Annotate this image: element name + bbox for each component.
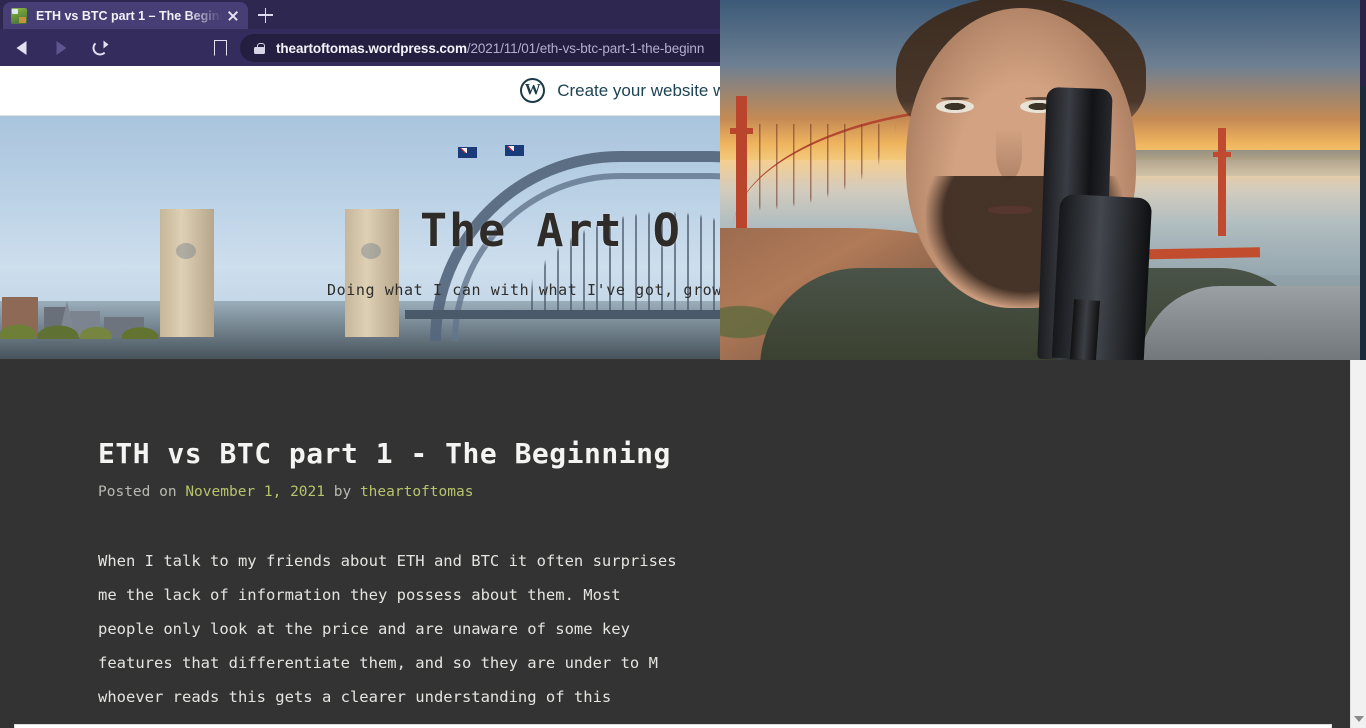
microphone-stand — [1069, 299, 1101, 360]
person-eye-left — [936, 100, 974, 113]
url-path: /2021/11/01/eth-vs-btc-part-1-the-beginn — [466, 40, 705, 56]
forward-icon — [56, 40, 67, 55]
flag-icon — [458, 147, 477, 158]
back-icon — [16, 40, 27, 55]
url-domain: theartoftomas.wordpress.com — [276, 40, 467, 56]
post-line: people only look at the price and are un… — [98, 620, 630, 638]
post-article: ETH vs BTC part 1 - The Beginning Posted… — [0, 359, 1366, 714]
lock-icon — [254, 42, 265, 54]
tab-title: ETH vs BTC part 1 – The Beginnin — [36, 8, 224, 23]
wordpress-logo-icon — [520, 78, 546, 103]
cookie-consent-banner: Privacy & Cookies: This site uses cookie… — [14, 724, 1332, 728]
post-title: ETH vs BTC part 1 - The Beginning — [98, 437, 671, 470]
browser-tab[interactable]: ETH vs BTC part 1 – The Beginnin — [3, 2, 248, 29]
post-line: me the lack of information they possess … — [98, 586, 621, 604]
favicon-icon — [11, 7, 27, 24]
bridge-pylon — [160, 209, 214, 337]
scroll-down-arrow-icon[interactable] — [1354, 716, 1364, 722]
url-text: theartoftomas.wordpress.com/2021/11/01/e… — [276, 41, 704, 56]
webcam-overlay[interactable] — [720, 0, 1366, 360]
close-tab-icon[interactable] — [224, 7, 242, 25]
post-author-link[interactable]: theartoftomas — [360, 484, 474, 500]
back-button[interactable] — [5, 33, 39, 63]
reload-button[interactable] — [83, 33, 117, 63]
microphone-body — [1051, 193, 1153, 360]
new-tab-button[interactable] — [252, 3, 278, 27]
site-title[interactable]: The Art O — [420, 204, 682, 257]
bridge-tower-right — [1213, 128, 1231, 236]
webcam-right-edge — [1360, 0, 1366, 360]
bookmark-button[interactable] — [205, 33, 233, 61]
post-line: When I talk to my friends about ETH and … — [98, 552, 677, 570]
post-line: whoever reads this gets a clearer unders… — [98, 688, 612, 706]
post-date-link[interactable]: November 1, 2021 — [185, 484, 325, 500]
person-nose — [996, 128, 1022, 180]
person-mouth — [988, 206, 1032, 214]
by-label: by — [333, 484, 352, 500]
post-body: When I talk to my friends about ETH and … — [98, 544, 858, 714]
browser-window: ETH vs BTC part 1 – The Beginnin thearto… — [0, 0, 1366, 728]
bridge-pylon — [345, 209, 399, 337]
reload-icon — [92, 40, 109, 55]
post-line: features that differentiate them, and so… — [98, 654, 658, 672]
site-tagline: Doing what I can with what I've got, gro… — [327, 281, 722, 299]
forward-button[interactable] — [44, 33, 78, 63]
flag-icon — [505, 145, 524, 156]
post-meta: Posted on November 1, 2021 by theartofto… — [98, 484, 1366, 500]
posted-on-label: Posted on — [98, 484, 177, 500]
